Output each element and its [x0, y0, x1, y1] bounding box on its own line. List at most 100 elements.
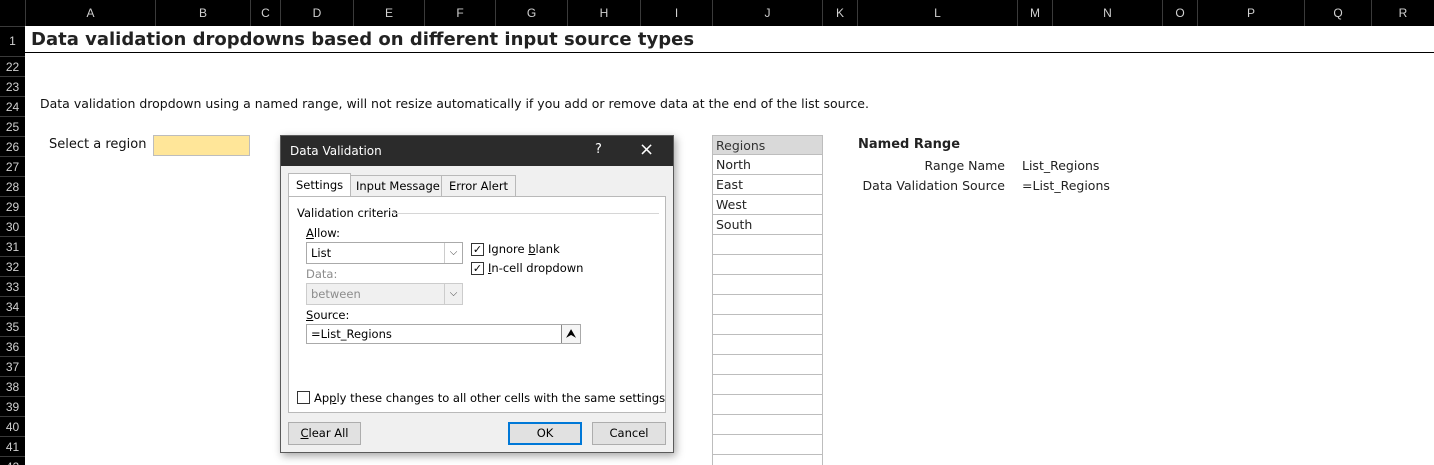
row-header-26[interactable]: 26 [0, 136, 25, 156]
row-header-41[interactable]: 41 [0, 436, 25, 456]
row-header-33[interactable]: 33 [0, 276, 25, 296]
allow-select-value: List [311, 246, 332, 260]
region-cell[interactable] [712, 275, 823, 295]
row-header-30[interactable]: 30 [0, 216, 25, 236]
range-name-value: List_Regions [1022, 158, 1100, 173]
chevron-down-icon[interactable]: ⌵ [444, 243, 462, 263]
tab-input-message[interactable]: Input Message [348, 175, 448, 196]
column-header-m[interactable]: M [1017, 0, 1052, 26]
column-header-d[interactable]: D [280, 0, 353, 26]
region-cell[interactable]: South [712, 215, 823, 235]
regions-table: Regions North East West South [712, 135, 823, 465]
column-header-c[interactable]: C [250, 0, 280, 26]
region-cell[interactable] [712, 295, 823, 315]
column-header-f[interactable]: F [424, 0, 495, 26]
row-header-40[interactable]: 40 [0, 416, 25, 436]
dv-source-value: =List_Regions [1022, 178, 1110, 193]
row-header-bar: 1 22 23 24 25 26 27 28 29 30 31 32 33 34 35 36 37 38 39 40 4… [0, 26, 25, 465]
help-icon[interactable]: ? [595, 142, 602, 157]
clear-all-button[interactable]: Clear All [288, 422, 361, 445]
column-header-o[interactable]: O [1162, 0, 1197, 26]
row-header-34[interactable]: 34 [0, 296, 25, 316]
cancel-button[interactable]: Cancel [592, 422, 666, 445]
region-cell[interactable] [712, 395, 823, 415]
column-header-n[interactable]: N [1052, 0, 1162, 26]
range-name-label: Range Name [924, 158, 1005, 173]
region-cell[interactable] [712, 315, 823, 335]
column-header-a[interactable]: A [25, 0, 155, 26]
description-text: Data validation dropdown using a named r… [40, 96, 869, 111]
region-cell[interactable] [712, 355, 823, 375]
region-cell[interactable] [712, 435, 823, 455]
tab-error-alert[interactable]: Error Alert [441, 175, 517, 196]
row-header-27[interactable]: 27 [0, 156, 25, 176]
row-header-42[interactable]: 42 [0, 456, 25, 465]
source-input-value: =List_Regions [311, 327, 392, 341]
region-cell[interactable] [712, 375, 823, 395]
validation-criteria-label: Validation criteria [297, 206, 399, 220]
region-cell[interactable] [712, 335, 823, 355]
row-header-35[interactable]: 35 [0, 316, 25, 336]
regions-header: Regions [712, 135, 823, 155]
column-header-l[interactable]: L [857, 0, 1017, 26]
in-cell-dropdown-checkbox[interactable]: ✓ [471, 262, 484, 275]
ignore-blank-checkbox[interactable]: ✓ [471, 243, 484, 256]
allow-label: Allow: [306, 226, 340, 240]
column-header-e[interactable]: E [353, 0, 424, 26]
column-header-i[interactable]: I [640, 0, 712, 26]
dv-source-label: Data Validation Source [862, 178, 1005, 193]
row-header-37[interactable]: 37 [0, 356, 25, 376]
row-header-31[interactable]: 31 [0, 236, 25, 256]
source-input[interactable]: =List_Regions ⮝ [306, 324, 581, 344]
region-input-cell[interactable] [153, 135, 250, 156]
in-cell-dropdown-label: In-cell dropdown [488, 261, 584, 275]
column-header-g[interactable]: G [495, 0, 567, 26]
dialog-titlebar[interactable]: Data Validation ? × [281, 136, 673, 166]
region-cell[interactable]: West [712, 195, 823, 215]
row-header-36[interactable]: 36 [0, 336, 25, 356]
tab-settings[interactable]: Settings [288, 173, 352, 196]
apply-all-checkbox[interactable] [297, 391, 310, 404]
data-validation-dialog: Data Validation ? × Settings Input Messa… [280, 135, 674, 453]
column-header-p[interactable]: P [1197, 0, 1304, 26]
row-header-1[interactable]: 1 [0, 26, 25, 54]
data-select-value: between [311, 287, 361, 301]
region-cell[interactable]: North [712, 155, 823, 175]
row-header-39[interactable]: 39 [0, 396, 25, 416]
column-header-q[interactable]: Q [1304, 0, 1371, 26]
column-header-b[interactable]: B [155, 0, 250, 26]
column-header-r[interactable]: R [1371, 0, 1434, 26]
collapse-dialog-icon[interactable]: ⮝ [561, 325, 580, 343]
row-header-29[interactable]: 29 [0, 196, 25, 216]
dialog-title: Data Validation [290, 144, 382, 158]
region-cell[interactable] [712, 415, 823, 435]
ignore-blank-label: Ignore blank [488, 242, 560, 256]
row-header-25[interactable]: 25 [0, 116, 25, 136]
close-icon[interactable]: × [639, 139, 654, 161]
row-header-24[interactable]: 24 [0, 96, 25, 116]
data-select: between ⌵ [306, 283, 463, 305]
region-cell[interactable]: East [712, 175, 823, 195]
settings-panel: Validation criteria Allow: List ⌵ Data: … [288, 196, 666, 413]
column-header-h[interactable]: H [567, 0, 640, 26]
region-cell[interactable] [712, 255, 823, 275]
chevron-down-icon: ⌵ [444, 284, 462, 304]
allow-select[interactable]: List ⌵ [306, 242, 463, 264]
data-label: Data: [306, 267, 338, 281]
group-divider [393, 213, 659, 214]
column-header-bar: ABCDEFGHIJKLMNOPQR [0, 0, 1434, 26]
column-header-j[interactable]: J [712, 0, 822, 26]
region-cell[interactable] [712, 455, 823, 465]
region-cell[interactable] [712, 235, 823, 255]
title-underline [25, 52, 1434, 53]
column-header-k[interactable]: K [822, 0, 857, 26]
sheet-title: Data validation dropdowns based on diffe… [31, 29, 695, 50]
ok-button[interactable]: OK [508, 422, 582, 445]
apply-all-label: Apply these changes to all other cells w… [314, 391, 666, 405]
row-header-38[interactable]: 38 [0, 376, 25, 396]
row-header-28[interactable]: 28 [0, 176, 25, 196]
row-header-22[interactable]: 22 [0, 56, 25, 76]
row-header-32[interactable]: 32 [0, 256, 25, 276]
row-header-23[interactable]: 23 [0, 76, 25, 96]
named-range-title: Named Range [858, 137, 961, 152]
